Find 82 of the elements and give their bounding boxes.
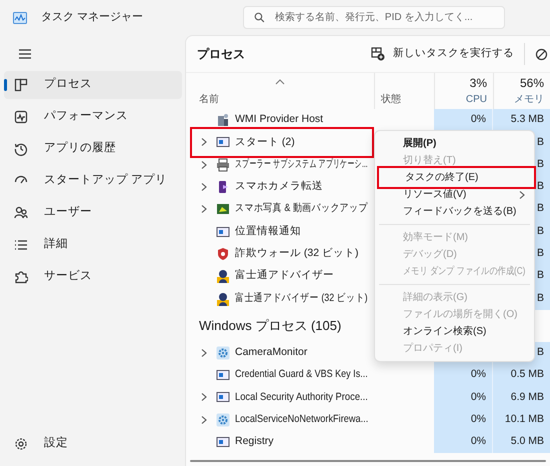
chevron-right-icon [518,190,526,200]
app-window-icon [216,224,230,239]
gear-icon [216,346,230,360]
process-name: Registry [235,434,274,450]
app-window-icon [216,135,230,150]
process-name: Credential Guard & VBS Key Is... [235,367,368,382]
history-icon [14,142,28,156]
process-name: 位置情報通知 [235,224,301,239]
puzzle-icon [14,270,28,284]
menu-item[interactable]: タスクの終了(E) [377,166,536,189]
run-task-button[interactable]: 新しいタスクを実行する [371,41,524,67]
process-name: スプーラー サブシステム アプリケーシ... [235,156,368,172]
gear-icon [216,412,230,427]
sidebar-item[interactable]: アプリの履歴 [4,135,182,163]
chevron-right-icon [200,392,208,402]
app-logo-icon [13,12,27,24]
settings-icon [14,437,28,451]
process-name: 富士通アドバイザー [235,268,334,284]
phone-icon [216,180,230,194]
users-icon [14,206,28,220]
cpu-cell: 0% [434,364,493,386]
photo-app-icon [216,202,230,216]
window-title: タスク マネージャー [41,10,144,26]
app-window-icon [216,368,230,382]
process-name: CameraMonitor [235,344,308,360]
person-icon [216,292,230,306]
processes-icon [14,78,28,92]
app-window-icon [216,390,230,404]
memory-cell: 6.9 MB [493,386,550,409]
cpu-cell: 0% [434,430,493,454]
menu-item[interactable]: オンライン検索(S) [375,323,534,340]
process-name: スマホ写真 & 動画バックアップ [235,201,368,216]
performance-icon [14,110,28,124]
column-header[interactable]: メモリ [514,92,544,107]
menu-icon [18,47,32,61]
page-title: プロセス [197,46,245,63]
chevron-right-icon [200,348,208,358]
process-name: スタート (2) [235,134,295,150]
scrollbar[interactable] [190,460,546,462]
search-field[interactable]: 検索する名前、発行元、PID を入力してく... [243,6,506,29]
server-icon [216,113,230,128]
memory-cell: 10.1 MB [493,408,550,431]
cpu-cell: 0% [434,408,493,431]
chevron-right-icon [200,137,208,148]
process-name: 詐欺ウォール (32 ビット) [235,246,359,262]
column-total: 3% [470,75,487,92]
list-icon [14,238,28,252]
app-window-icon [216,435,230,449]
printer-icon [216,158,230,172]
sidebar-item[interactable]: プロセス [4,71,182,99]
add-window-icon [371,47,385,61]
cpu-cell: 0% [434,109,493,132]
process-name: LocalServiceNoNetworkFirewa... [235,412,368,427]
group-heading: Windows プロセス (105) [199,316,342,335]
column-header[interactable]: 状態 [381,92,401,107]
process-name: 富士通アドバイザー (32 ビット) [235,290,368,306]
person-icon [216,269,230,284]
search-icon [254,12,265,23]
process-name: Local Security Authority Proce... [235,390,368,405]
sort-caret-icon [275,79,285,85]
sidebar-item[interactable]: 詳細 [4,231,182,259]
cpu-cell: 0% [434,386,493,409]
sidebar-item[interactable]: パフォーマンス [4,103,182,131]
memory-cell: 0.5 MB [493,364,550,386]
process-name: スマホカメラ転送 [235,179,323,194]
memory-cell: 5.3 MB [493,109,550,132]
chevron-right-icon [200,204,208,214]
column-total: 56% [520,75,544,92]
memory-cell: 5.0 MB [493,430,550,454]
chevron-right-icon [200,160,208,170]
column-header[interactable]: CPU [466,92,487,107]
chevron-right-icon [200,182,208,192]
selection-indicator [4,79,7,91]
prohibited-icon [535,48,548,60]
sidebar-item[interactable]: スタートアップ アプリ [4,167,182,195]
sidebar-item[interactable]: サービス [4,263,182,291]
chevron-right-icon [200,414,208,425]
shield-icon [216,246,230,261]
sidebar-item[interactable]: ユーザー [4,199,182,227]
process-name: WMI Provider Host [235,112,324,128]
column-header[interactable]: 名前 [199,92,219,107]
settings-item[interactable]: 設定 [4,430,182,458]
